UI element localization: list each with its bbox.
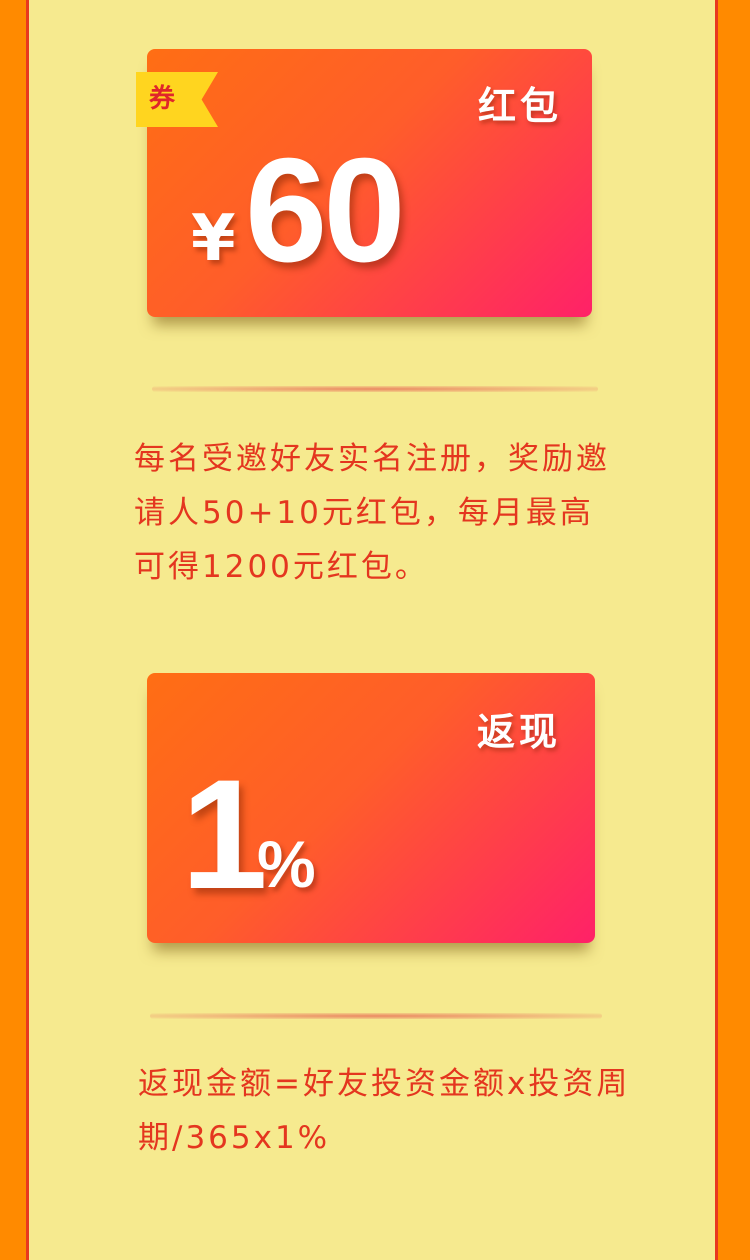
cashback-description: 返现金额=好友投资金额x投资周期/365x1% xyxy=(138,1066,631,1156)
cashback-label: 返现 xyxy=(476,710,561,754)
cashback-card: 返现 1 % xyxy=(147,673,595,943)
cashback-rate: 1 xyxy=(181,748,268,922)
percent-sign: % xyxy=(257,827,316,901)
section-divider xyxy=(152,386,598,392)
red-packet-label: 红包 xyxy=(477,84,562,128)
coupon-amount: 60 xyxy=(245,128,406,293)
red-packet-coupon-card: 红包 ¥ 60 xyxy=(147,49,592,317)
coupon-description: 每名受邀好友实名注册，奖励邀请人50+10元红包，每月最高可得1200元红包。 xyxy=(134,441,610,585)
coupon-badge-text: 券 xyxy=(149,84,176,114)
section-divider xyxy=(150,1013,602,1019)
currency-symbol: ¥ xyxy=(191,202,236,276)
